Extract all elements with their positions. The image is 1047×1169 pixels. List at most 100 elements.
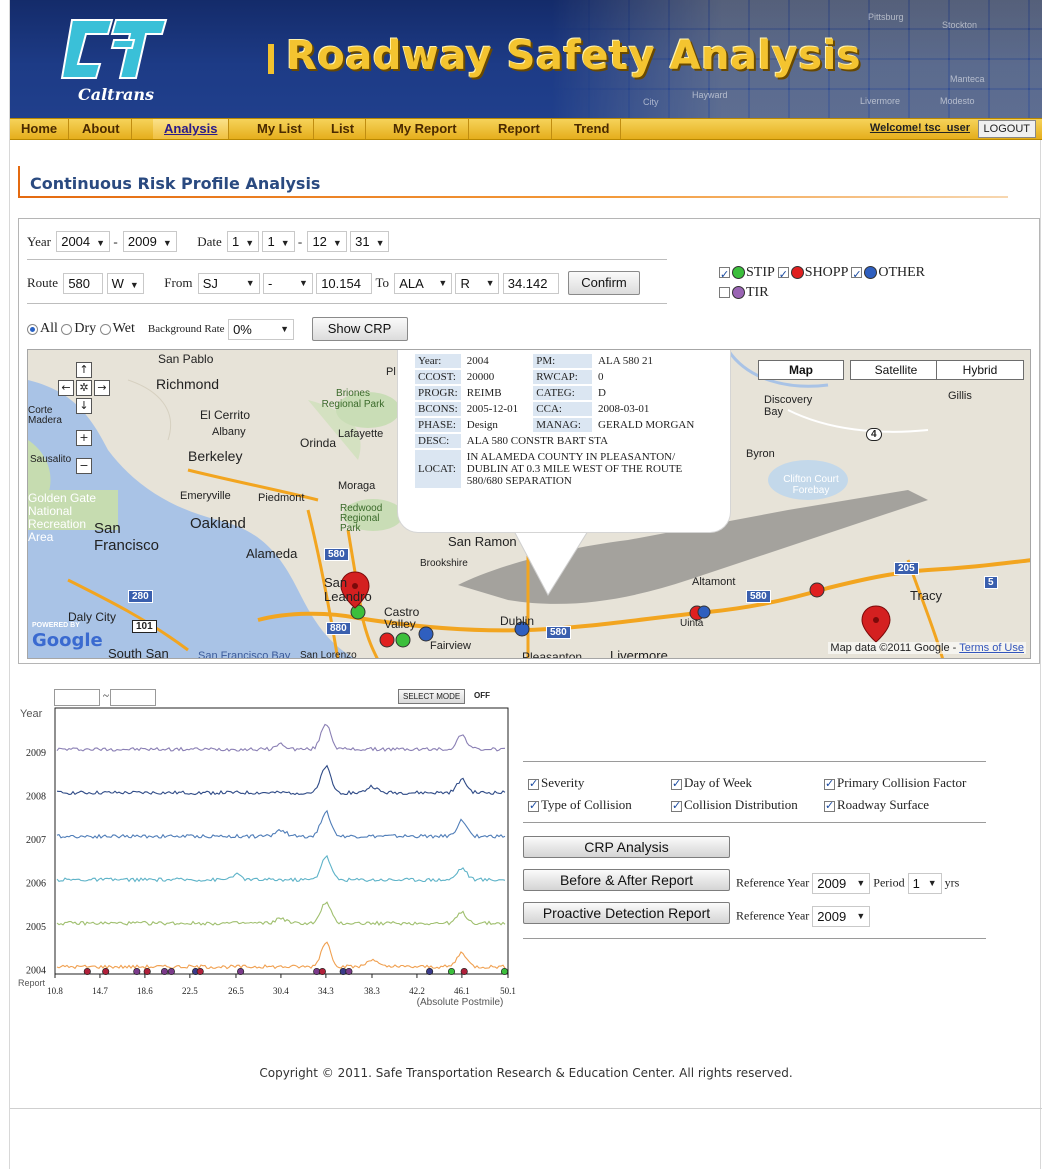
- google-logo[interactable]: Google: [32, 630, 103, 651]
- terms-of-use-link[interactable]: Terms of Use: [959, 642, 1024, 654]
- banner-city-label: Hayward: [692, 90, 728, 100]
- to-county-select[interactable]: ALA ▼: [394, 272, 453, 294]
- map-label: San Lorenzo: [300, 650, 357, 659]
- nav-about[interactable]: About: [71, 119, 132, 139]
- map-label: Discovery Bay: [764, 394, 813, 418]
- nav-home[interactable]: Home: [10, 119, 70, 139]
- year-label: Year: [27, 233, 51, 249]
- condition-wet[interactable]: Wet: [99, 321, 135, 336]
- nav-trend[interactable]: Trend: [563, 119, 622, 139]
- series-label: 2009: [26, 748, 46, 759]
- site-title: Roadway Safety Analysis: [286, 33, 862, 79]
- banner-city-label: City: [643, 97, 659, 107]
- map-label: San Ramon: [448, 534, 517, 549]
- map-label: Redwood Regional Park: [340, 503, 383, 534]
- year-from-select[interactable]: 2004 ▼: [56, 231, 111, 252]
- stip-marker: [395, 632, 411, 648]
- year-to-select[interactable]: 2009 ▼: [122, 231, 177, 252]
- x-tick-label: 30.4: [273, 986, 289, 996]
- date-to-month-select[interactable]: 12 ▼: [307, 231, 347, 252]
- dash: -: [113, 233, 118, 249]
- option-type-of-collision[interactable]: Type of Collision: [528, 797, 632, 813]
- date-from-day-select[interactable]: 1 ▼: [262, 231, 295, 252]
- pan-center-icon[interactable]: ✲: [76, 380, 92, 396]
- confirm-button[interactable]: Confirm: [567, 271, 640, 295]
- legend-tir[interactable]: TIR: [719, 285, 769, 300]
- report-marker: [426, 967, 434, 976]
- background-rate-select[interactable]: 0% ▼: [228, 318, 295, 340]
- zoom-out-icon[interactable]: −: [76, 458, 92, 474]
- to-postmile-input[interactable]: 34.142: [502, 272, 559, 294]
- collision-distribution-checkbox: [671, 799, 682, 812]
- crp-chart[interactable]: Year 2009 2008 2007 2006 2005 2004Report10.8 14…: [10, 704, 520, 1014]
- pan-right-icon[interactable]: →: [94, 380, 110, 396]
- from-county-select[interactable]: SJ ▼: [197, 272, 260, 294]
- zoom-in-icon[interactable]: +: [76, 430, 92, 446]
- date-to-day-select[interactable]: 31 ▼: [350, 231, 390, 252]
- period-select[interactable]: 1 ▼: [907, 873, 942, 894]
- before-after-report-button[interactable]: Before & After Report: [523, 869, 730, 891]
- map-type-hybrid[interactable]: Hybrid: [936, 360, 1024, 380]
- map-type-map[interactable]: Map: [758, 360, 844, 380]
- banner-city-label: Manteca: [950, 74, 985, 84]
- option-primary-collision-factor[interactable]: Primary Collision Factor: [824, 775, 966, 791]
- nav-my-report[interactable]: My Report: [382, 119, 469, 139]
- logout-button[interactable]: LOGOUT: [977, 120, 1036, 138]
- from-prefix-select[interactable]: - ▼: [262, 272, 313, 294]
- map-label: Emeryville: [180, 490, 231, 502]
- select-mode-button[interactable]: SELECT MODE: [398, 689, 466, 704]
- map-label: Sausalito: [30, 454, 72, 465]
- condition-all[interactable]: All: [27, 321, 58, 336]
- google-map[interactable]: San Pablo Richmond Briones Regional Park…: [27, 349, 1031, 659]
- report-marker: [102, 967, 110, 976]
- severity-checkbox: [528, 777, 539, 790]
- interstate-shield-icon: 280: [128, 590, 153, 603]
- x-tick-label: 34.3: [318, 986, 334, 996]
- map-label: Orinda: [300, 436, 337, 450]
- info-value: D: [598, 387, 606, 399]
- info-key: DESC:: [415, 434, 461, 448]
- nav-my-list[interactable]: My List: [246, 119, 314, 139]
- pan-left-icon[interactable]: ←: [58, 380, 74, 396]
- nav-report[interactable]: Report: [487, 119, 552, 139]
- us-route-shield-icon: 101: [132, 620, 157, 633]
- report-marker: [447, 967, 456, 976]
- show-crp-button[interactable]: Show CRP: [311, 317, 408, 341]
- to-label: To: [375, 275, 389, 290]
- option-roadway-surface[interactable]: Roadway Surface: [824, 797, 929, 813]
- route-input[interactable]: 580: [63, 272, 104, 294]
- map-label: El Cerrito: [200, 408, 251, 422]
- proactive-detection-report-button[interactable]: Proactive Detection Report: [523, 902, 730, 924]
- option-day-of-week[interactable]: Day of Week: [671, 775, 752, 791]
- chevron-down-icon: ▼: [96, 238, 106, 248]
- info-value: ALA 580 CONSTR BART STA: [466, 435, 609, 447]
- reference-year-label: Reference Year: [736, 908, 810, 923]
- info-value: 0: [598, 371, 604, 383]
- pan-down-icon[interactable]: ↓: [76, 398, 92, 414]
- welcome-user-link[interactable]: Welcome! tsc_user: [870, 122, 970, 134]
- date-from-month-select[interactable]: 1 ▼: [227, 231, 260, 252]
- report-marker: [143, 967, 151, 976]
- legend-shopp[interactable]: SHOPP: [777, 265, 848, 285]
- legend-other[interactable]: OTHER: [851, 265, 925, 285]
- x-tick-label: 46.1: [454, 986, 470, 996]
- map-label: Oakland: [190, 515, 246, 532]
- x-tick-label: 22.5: [182, 986, 198, 996]
- nav-analysis[interactable]: Analysis: [153, 119, 230, 139]
- pan-up-icon[interactable]: ↑: [76, 362, 92, 378]
- option-collision-distribution[interactable]: Collision Distribution: [671, 797, 798, 813]
- direction-select[interactable]: W ▼: [106, 272, 144, 294]
- from-postmile-input[interactable]: 10.154: [316, 272, 373, 294]
- info-value: IN ALAMEDA COUNTY IN PLEASANTON/ DUBLIN …: [466, 451, 683, 487]
- to-prefix-select[interactable]: R ▼: [455, 272, 500, 294]
- reference-year-select-2[interactable]: 2009 ▼: [812, 906, 871, 927]
- reference-year-select-1[interactable]: 2009 ▼: [812, 873, 871, 894]
- map-type-satellite[interactable]: Satellite: [850, 360, 942, 380]
- condition-dry[interactable]: Dry: [61, 321, 96, 336]
- crp-analysis-button[interactable]: CRP Analysis: [523, 836, 730, 858]
- nav-list[interactable]: List: [320, 119, 367, 139]
- map-label: Albany: [212, 426, 246, 438]
- option-severity[interactable]: Severity: [528, 775, 584, 791]
- legend-stip[interactable]: STIP: [719, 265, 774, 285]
- map-label: Livermore: [610, 648, 668, 659]
